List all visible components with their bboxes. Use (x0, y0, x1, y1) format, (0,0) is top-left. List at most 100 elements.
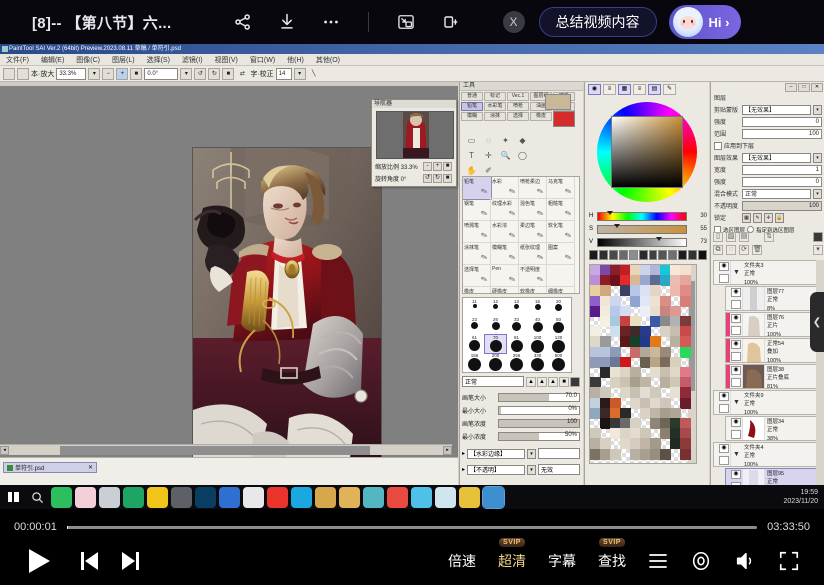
recent-color-6[interactable] (649, 250, 658, 260)
folder-expand-icon[interactable]: ▼ (731, 391, 742, 414)
brush-preset-0-2[interactable]: 喷枪柔边✎ (519, 177, 547, 199)
canvas-horizontal-scrollbar[interactable]: ◂ ▸ (0, 444, 452, 455)
recent-color-8[interactable] (668, 250, 677, 260)
palette-swatch[interactable] (680, 347, 691, 358)
close-button[interactable]: X (503, 11, 525, 33)
progress-track[interactable] (67, 526, 757, 529)
app-photoshop-icon[interactable] (195, 487, 216, 508)
layer-row[interactable]: ◉▼文件夹4正常100% (713, 442, 823, 467)
apply-below-checkbox[interactable] (714, 142, 722, 150)
recent-color-10[interactable] (688, 250, 697, 260)
layer-lock-icon[interactable] (719, 404, 729, 413)
folder-expand-icon[interactable]: ▼ (731, 261, 742, 284)
scroll-left-arrow[interactable]: ◂ (0, 446, 9, 455)
layer-lock-icon[interactable] (731, 326, 741, 335)
brush-preset-1-1[interactable]: 纹理水彩✎ (491, 199, 519, 221)
brush-size-16[interactable]: 16 (527, 299, 548, 317)
menu-item-select[interactable]: 选择(S) (141, 55, 176, 65)
brush-preset-0-1[interactable]: 水彩✎ (491, 177, 519, 199)
recent-color-0[interactable] (589, 250, 598, 260)
brush-size-33[interactable]: 33 (506, 317, 527, 335)
expander-opacity-label[interactable]: 【不透明】 (467, 465, 525, 475)
brush-size-200[interactable]: 200 (485, 353, 506, 371)
brush-preset-5-2[interactable]: 软橡皮✎ (519, 287, 547, 294)
navigator-zoom-in-button[interactable]: + (433, 162, 442, 171)
playlist-icon[interactable] (648, 552, 668, 570)
tool-tab-11[interactable]: 涂抹 (484, 112, 506, 121)
brush-preset-2-0[interactable]: 喷溅笔✎ (463, 221, 491, 243)
brush-size-13[interactable]: 13 (506, 299, 527, 317)
app-yellow-icon[interactable] (147, 487, 168, 508)
brush-preset-0-3[interactable]: 马克笔✎ (547, 177, 575, 199)
layer-options-icon[interactable]: ▾ (813, 245, 823, 255)
recent-color-9[interactable] (678, 250, 687, 260)
rotate-value-field[interactable]: 0.0° (144, 68, 178, 80)
layer-visibility-icon[interactable]: ◉ (731, 288, 741, 297)
new-mask-icon[interactable]: ▨ (726, 232, 736, 242)
brush-size-61[interactable]: 61 (464, 335, 485, 353)
duplicate-layer-icon[interactable]: ⧉ (713, 245, 723, 255)
brush-preset-3-3[interactable]: 图案✎ (547, 243, 575, 265)
menu-item-layer[interactable]: 图层(L) (106, 55, 141, 65)
search-button[interactable]: SVIP 查找 (598, 551, 626, 571)
layer-row[interactable]: ◉图层76正片100% (725, 312, 823, 337)
recent-color-5[interactable] (639, 250, 648, 260)
artwork-canvas[interactable] (193, 148, 381, 466)
recent-color-2[interactable] (609, 250, 618, 260)
app-active-icon[interactable] (483, 487, 504, 508)
app-red-icon[interactable] (267, 487, 288, 508)
app-wechat-icon[interactable] (51, 487, 72, 508)
rotate-tool-icon[interactable]: ◯ (515, 149, 530, 162)
clear-layer-icon[interactable]: ◌ (726, 245, 736, 255)
effect-strength-input[interactable]: 0 (742, 177, 822, 187)
flip-icon[interactable]: ⇄ (236, 68, 248, 80)
picture-in-picture-icon[interactable] (395, 11, 417, 33)
brush-preset-3-0[interactable]: 涂抹笔✎ (463, 243, 491, 265)
layer-visibility-icon[interactable]: ◉ (731, 340, 741, 349)
value-slider[interactable] (597, 238, 687, 247)
brush-preset-4-2[interactable]: 不透明度✎ (519, 265, 547, 287)
brush-preset-1-0[interactable]: 钢笔✎ (463, 199, 491, 221)
subtitle-button[interactable]: 字幕 (548, 551, 576, 571)
line-tool-icon[interactable]: ╲ (308, 68, 320, 80)
layer-lock-icon[interactable] (731, 300, 741, 309)
panel-close-button[interactable]: ✕ (811, 83, 823, 92)
layer-visibility-icon[interactable]: ◉ (731, 470, 741, 479)
layer-row[interactable]: ◉正常54叠加100% (725, 338, 823, 363)
brush-size-330[interactable]: 330 (527, 353, 548, 371)
menu-item-file[interactable]: 文件(F) (0, 55, 35, 65)
settings-icon[interactable] (690, 550, 712, 572)
brush-size-20[interactable]: 20 (548, 299, 569, 317)
app-gold-icon[interactable] (459, 487, 480, 508)
move-icon[interactable]: ✛ (481, 149, 496, 162)
layer-row[interactable]: ◉▼文件夹3正常100% (713, 260, 823, 285)
scroll-right-arrow[interactable]: ▸ (443, 446, 452, 455)
select-rect-icon[interactable]: ▭ (464, 134, 479, 147)
strength-input[interactable]: 0 (742, 117, 822, 127)
rgb-slider-icon[interactable]: ≡ (603, 84, 616, 95)
param-min-density-slider[interactable]: 50% (498, 432, 580, 441)
navigator-rotate-cw-button[interactable]: ↻ (433, 174, 442, 183)
lock-paint-icon[interactable]: ✎ (753, 213, 762, 223)
layer-row[interactable]: ◉图层38正片叠底81% (725, 364, 823, 389)
merge-layers-icon[interactable]: ⇅ (764, 232, 774, 242)
menu-item-view[interactable]: 视图(V) (209, 55, 244, 65)
layer-visibility-icon[interactable]: ◉ (731, 366, 741, 375)
layer-row[interactable]: ◉图层77正常8% (725, 286, 823, 311)
saturation-slider[interactable] (597, 225, 687, 234)
cast-icon[interactable] (439, 11, 461, 33)
app-green-icon[interactable] (123, 487, 144, 508)
width-input[interactable]: 1 (742, 165, 822, 175)
new-folder-icon[interactable]: ▤ (739, 232, 749, 242)
navigator-rotate-reset-button[interactable]: ■ (443, 174, 452, 183)
param-min-size-slider[interactable]: 0% (498, 406, 580, 415)
zoom-tool-icon[interactable]: 🔍 (498, 149, 513, 162)
palette-swatch[interactable] (610, 449, 621, 460)
expander-opacity-value[interactable]: 无效 (538, 464, 580, 475)
shape-triangle3-icon[interactable]: ▲ (548, 377, 558, 387)
app-ice-icon[interactable] (411, 487, 432, 508)
summarize-video-button[interactable]: 总结视频内容 (539, 7, 657, 37)
delete-layer-icon[interactable]: 🗑 (752, 245, 762, 255)
swatches-icon[interactable]: ▤ (648, 84, 661, 95)
tool-tab-1[interactable]: 标记 (484, 92, 506, 101)
